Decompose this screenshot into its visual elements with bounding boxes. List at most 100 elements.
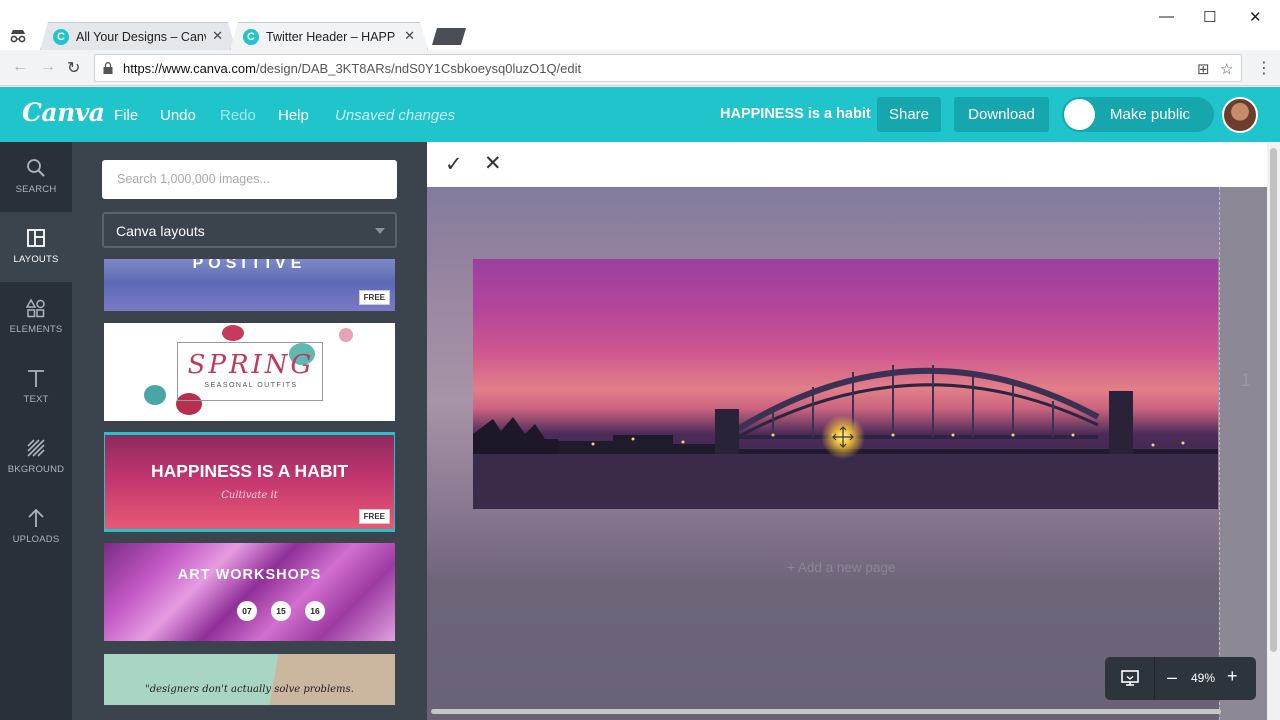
upload-icon — [28, 508, 44, 527]
thumb-text: HAPPINESS IS A HABIT — [150, 461, 349, 481]
divider — [1154, 657, 1155, 700]
side-rail: SEARCH LAYOUTS ELEMENTS TEXT BKGROUND UP… — [0, 142, 72, 720]
save-status: Unsaved changes — [335, 107, 456, 124]
rail-label: TEXT — [23, 394, 49, 405]
rail-item-text[interactable]: TEXT — [0, 352, 72, 422]
layouts-icon — [27, 229, 45, 247]
zoom-level: 49% — [1191, 671, 1216, 685]
text-icon — [28, 370, 44, 387]
rail-item-layouts[interactable]: LAYOUTS — [0, 212, 72, 282]
flower-decoration — [222, 325, 244, 341]
document-title[interactable]: HAPPINESS is a habit — [720, 106, 871, 122]
cancel-close-icon[interactable]: ✕ — [484, 151, 502, 176]
canva-header: Canva File Undo Redo Help Unsaved change… — [0, 87, 1280, 142]
layouts-panel: Search 1,000,000 images... Canva layouts… — [72, 142, 427, 720]
thumb-subtext: Cultivate it — [221, 490, 278, 501]
user-avatar[interactable] — [1222, 97, 1258, 133]
lock-icon — [103, 62, 113, 74]
undo-button[interactable]: Undo — [160, 107, 196, 124]
zoom-in-button[interactable]: + — [1227, 666, 1238, 687]
tab-title: All Your Designs – Canva — [76, 30, 206, 44]
search-icon — [27, 159, 45, 177]
browser-menu-icon[interactable]: ⋮ — [1256, 58, 1272, 78]
url-field[interactable]: https://www.canva.com/design/DAB_3KT8ARs… — [94, 54, 1242, 82]
thumb-text: POSITIVE — [192, 259, 307, 272]
thumb-text: "designers don't actually solve problems… — [145, 684, 354, 695]
file-menu[interactable]: File — [114, 107, 138, 124]
harbour-bridge-photo — [473, 365, 1218, 509]
close-window-icon[interactable]: ✕ — [1249, 8, 1262, 26]
elements-icon — [26, 298, 45, 318]
layout-thumb-art-workshops[interactable]: ART WORKSHOPS 07 15 16 — [104, 543, 395, 641]
date-badge: 07 — [237, 601, 257, 621]
download-button[interactable]: Download — [954, 97, 1049, 132]
redo-button[interactable]: Redo — [220, 107, 256, 124]
rail-label: SEARCH — [15, 184, 57, 195]
image-crop-toolbar: ✓ ✕ — [427, 142, 1267, 187]
flower-decoration — [339, 328, 353, 342]
select-value: Canva layouts — [116, 223, 205, 239]
layout-thumb-quote[interactable]: "designers don't actually solve problems… — [104, 654, 395, 705]
zoom-out-button[interactable]: – — [1167, 667, 1177, 688]
add-new-page-link[interactable]: + Add a new page — [787, 560, 895, 575]
free-badge: FREE — [358, 290, 390, 305]
bookmark-star-icon[interactable]: ☆ — [1220, 60, 1233, 78]
maximize-window-icon[interactable]: ☐ — [1203, 8, 1216, 26]
rail-label: UPLOADS — [12, 534, 60, 545]
tab-title: Twitter Header – HAPPINESS is a habit — [266, 30, 396, 44]
free-badge: FREE — [358, 509, 390, 524]
minimize-window-icon[interactable]: — — [1159, 8, 1174, 25]
chevron-down-icon — [375, 228, 385, 234]
layout-source-select[interactable]: Canva layouts — [102, 212, 397, 248]
help-menu[interactable]: Help — [278, 107, 309, 124]
canva-favicon-icon: C — [243, 29, 259, 45]
spring-frame: SPRING SEASONAL OUTFITS — [177, 342, 323, 401]
make-public-label: Make public — [1110, 106, 1191, 123]
rail-label: LAYOUTS — [13, 254, 59, 265]
forward-icon[interactable]: → — [40, 58, 56, 76]
search-placeholder: Search 1,000,000 images... — [117, 172, 270, 186]
editor-stage: 1 + Add a new page ✓ ✕ – 49% + — [427, 142, 1280, 720]
tab-close-icon[interactable]: ✕ — [404, 28, 415, 44]
layout-thumb-happiness[interactable]: HAPPINESS IS A HABIT Cultivate it FREE — [104, 432, 395, 532]
address-bar-row: ← → ↻ https://www.canva.com/design/DAB_3… — [0, 50, 1280, 86]
rail-item-search[interactable]: SEARCH — [0, 142, 72, 212]
browser-tab-strip: C All Your Designs – Canva ✕ C Twitter H… — [0, 0, 1280, 50]
layout-thumb-positive[interactable]: POSITIVE FREE — [104, 259, 395, 311]
tab-close-icon[interactable]: ✕ — [212, 28, 223, 44]
horizontal-scrollbar[interactable] — [431, 709, 1221, 714]
layout-thumb-spring[interactable]: SPRING SEASONAL OUTFITS — [104, 323, 395, 421]
date-badge: 16 — [305, 601, 325, 621]
present-icon[interactable] — [1121, 670, 1139, 686]
canva-logo[interactable]: Canva — [22, 98, 105, 127]
reload-icon[interactable]: ↻ — [67, 58, 80, 78]
page-number: 1 — [1241, 370, 1252, 390]
thumb-text: SPRING — [187, 350, 315, 380]
browser-tab-all-designs[interactable]: C All Your Designs – Canva ✕ — [40, 22, 236, 50]
confirm-check-icon[interactable]: ✓ — [445, 152, 463, 177]
image-search-input[interactable]: Search 1,000,000 images... — [102, 160, 397, 199]
zoom-control: – 49% + — [1105, 657, 1256, 700]
rail-item-background[interactable]: BKGROUND — [0, 422, 72, 492]
thumb-subtext: SEASONAL OUTFITS — [204, 382, 298, 389]
flower-decoration — [144, 385, 166, 405]
canva-favicon-icon: C — [53, 29, 69, 45]
back-icon[interactable]: ← — [12, 58, 28, 76]
new-tab-button[interactable] — [432, 28, 466, 45]
date-badge: 15 — [271, 601, 291, 621]
rail-item-uploads[interactable]: UPLOADS — [0, 492, 72, 562]
vertical-scrollbar[interactable] — [1267, 142, 1280, 720]
make-public-toggle[interactable]: Make public — [1062, 97, 1214, 132]
incognito-icon — [10, 30, 26, 43]
design-canvas-image[interactable] — [473, 259, 1218, 509]
scrollbar-thumb[interactable] — [1270, 148, 1277, 652]
translate-icon[interactable]: ⊞ — [1197, 60, 1210, 78]
url-text: https://www.canva.com/design/DAB_3KT8ARs… — [123, 61, 582, 76]
thumb-text: ART WORKSHOPS — [177, 567, 322, 583]
page-boundary — [1219, 187, 1267, 720]
share-button[interactable]: Share — [877, 97, 941, 132]
rail-label: ELEMENTS — [9, 324, 63, 335]
rail-item-elements[interactable]: ELEMENTS — [0, 282, 72, 352]
browser-tab-twitter-header[interactable]: C Twitter Header – HAPPINESS is a habit … — [230, 22, 428, 50]
rail-label: BKGROUND — [7, 464, 65, 475]
